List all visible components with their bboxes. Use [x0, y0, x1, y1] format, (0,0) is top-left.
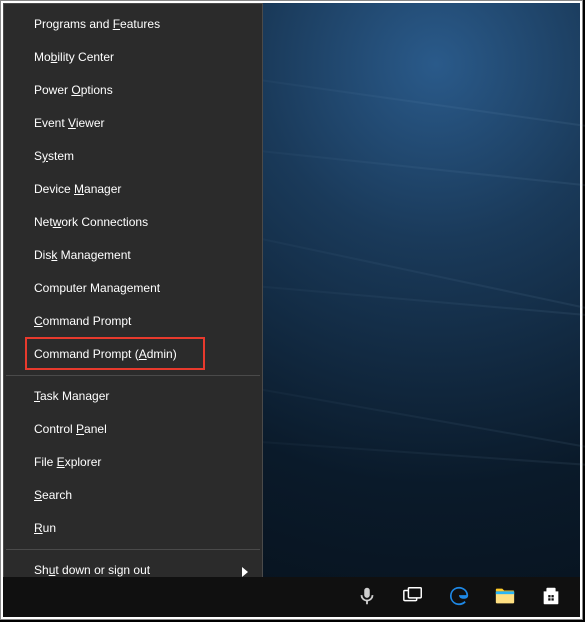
menu-item-computer-management[interactable]: Computer Management — [4, 272, 262, 305]
menu-item-label: Task Manager — [34, 389, 109, 403]
menu-item-event-viewer[interactable]: Event Viewer — [4, 107, 262, 140]
taskbar[interactable] — [3, 577, 580, 617]
menu-item-label: Command Prompt (Admin) — [34, 347, 177, 361]
menu-item-label: Event Viewer — [34, 116, 105, 130]
winx-power-menu[interactable]: Programs and Features Mobility Center Powe… — [3, 3, 263, 578]
menu-item-mobility-center[interactable]: Mobility Center — [4, 41, 262, 74]
chevron-right-icon — [242, 566, 248, 576]
menu-item-label: Run — [34, 521, 56, 535]
menu-item-power-options[interactable]: Power Options — [4, 74, 262, 107]
menu-item-network-connections[interactable]: Network Connections — [4, 206, 262, 239]
menu-item-label: Search — [34, 488, 72, 502]
menu-item-system[interactable]: System — [4, 140, 262, 173]
explorer-icon — [494, 585, 516, 610]
menu-item-label: Mobility Center — [34, 50, 114, 64]
menu-item-label: Programs and Features — [34, 17, 160, 31]
menu-item-command-prompt-admin[interactable]: Command Prompt (Admin) — [4, 338, 262, 371]
store-icon — [540, 585, 562, 610]
taskbar-task-view[interactable] — [390, 577, 436, 617]
menu-separator — [6, 375, 260, 376]
menu-item-device-manager[interactable]: Device Manager — [4, 173, 262, 206]
menu-item-label: File Explorer — [34, 455, 101, 469]
menu-item-label: System — [34, 149, 74, 163]
taskbar-edge[interactable] — [436, 577, 482, 617]
menu-item-programs-and-features[interactable]: Programs and Features — [4, 8, 262, 41]
menu-item-label: Power Options — [34, 83, 113, 97]
menu-item-command-prompt[interactable]: Command Prompt — [4, 305, 262, 338]
menu-item-task-manager[interactable]: Task Manager — [4, 380, 262, 413]
screenshot-frame: Programs and Features Mobility Center Powe… — [0, 0, 583, 620]
mic-icon — [356, 585, 378, 610]
menu-item-label: Device Manager — [34, 182, 121, 196]
menu-item-file-explorer[interactable]: File Explorer — [4, 446, 262, 479]
edge-icon — [448, 585, 470, 610]
menu-item-control-panel[interactable]: Control Panel — [4, 413, 262, 446]
taskbar-store[interactable] — [528, 577, 574, 617]
menu-item-search[interactable]: Search — [4, 479, 262, 512]
menu-item-label: Computer Management — [34, 281, 160, 295]
taskbar-file-explorer[interactable] — [482, 577, 528, 617]
menu-item-label: Network Connections — [34, 215, 148, 229]
menu-item-label: Command Prompt — [34, 314, 131, 328]
menu-item-label: Disk Management — [34, 248, 131, 262]
menu-item-label: Control Panel — [34, 422, 107, 436]
menu-item-label: Shut down or sign out — [34, 563, 150, 577]
menu-item-disk-management[interactable]: Disk Management — [4, 239, 262, 272]
taskview-icon — [402, 585, 424, 610]
menu-separator — [6, 549, 260, 550]
taskbar-cortana-mic[interactable] — [344, 577, 390, 617]
menu-item-run[interactable]: Run — [4, 512, 262, 545]
